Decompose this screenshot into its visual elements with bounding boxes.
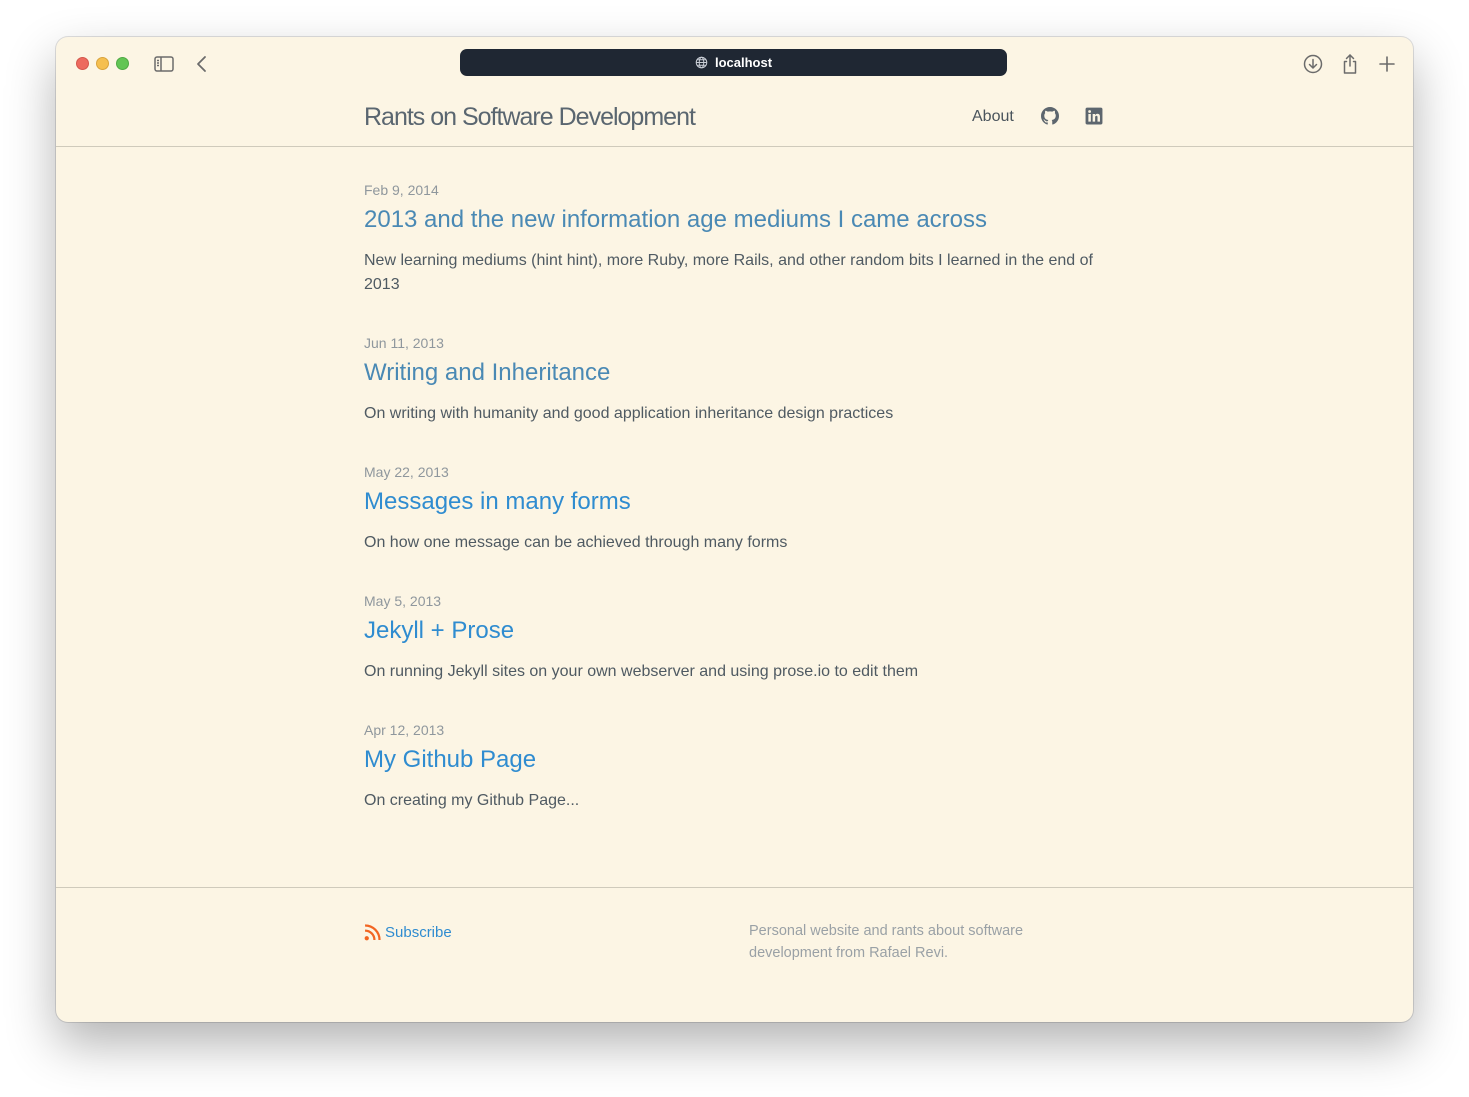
- linkedin-icon[interactable]: [1085, 107, 1103, 125]
- post-excerpt: On how one message can be achieved throu…: [364, 534, 788, 551]
- back-chevron-icon[interactable]: [190, 52, 214, 76]
- site-footer: Subscribe Personal website and rants abo…: [56, 887, 1413, 1022]
- subscribe-label: Subscribe: [385, 924, 452, 941]
- post-excerpt: New learning mediums (hint hint), more R…: [364, 252, 1093, 293]
- post-title-link[interactable]: Jekyll + Prose: [364, 616, 1124, 646]
- post-entry: May 5, 2013 Jekyll + Prose On running Je…: [364, 592, 1124, 684]
- post-title-link[interactable]: 2013 and the new information age mediums…: [364, 205, 1124, 235]
- footer-description: Personal website and rants about softwar…: [749, 923, 1024, 961]
- share-icon[interactable]: [1338, 52, 1362, 76]
- post-title-link[interactable]: My Github Page: [364, 745, 1124, 775]
- post-entry: May 22, 2013 Messages in many forms On h…: [364, 463, 1124, 555]
- new-tab-plus-icon[interactable]: [1375, 52, 1399, 76]
- close-window-button[interactable]: [76, 57, 89, 70]
- github-icon[interactable]: [1041, 107, 1059, 125]
- post-entry: Apr 12, 2013 My Github Page On creating …: [364, 721, 1124, 813]
- subscribe-link[interactable]: Subscribe: [364, 924, 452, 941]
- site-title[interactable]: Rants on Software Development: [364, 103, 696, 132]
- download-icon[interactable]: [1301, 52, 1325, 76]
- sidebar-icon[interactable]: [152, 52, 176, 76]
- post-date: Feb 9, 2014: [364, 182, 439, 198]
- post-date: May 5, 2013: [364, 593, 442, 609]
- post-entry: Jun 11, 2013 Writing and Inheritance On …: [364, 334, 1124, 426]
- post-title-link[interactable]: Messages in many forms: [364, 487, 1124, 517]
- post-date: Jun 11, 2013: [364, 335, 444, 351]
- globe-icon: [695, 56, 708, 69]
- rss-icon: [364, 924, 381, 941]
- site-header: Rants on Software Development About: [56, 91, 1413, 147]
- post-excerpt: On running Jekyll sites on your own webs…: [364, 663, 919, 680]
- address-bar[interactable]: localhost: [460, 49, 1007, 76]
- post-title-link[interactable]: Writing and Inheritance: [364, 358, 1124, 388]
- zoom-window-button[interactable]: [116, 57, 129, 70]
- post-entry: Feb 9, 2014 2013 and the new information…: [364, 181, 1124, 297]
- browser-window: localhost Rants on Software Development: [56, 37, 1413, 1022]
- post-date: Apr 12, 2013: [364, 722, 445, 738]
- nav-about-link[interactable]: About: [972, 108, 1014, 126]
- post-date: May 22, 2013: [364, 464, 449, 480]
- post-excerpt: On writing with humanity and good applic…: [364, 405, 894, 422]
- minimize-window-button[interactable]: [96, 57, 109, 70]
- browser-toolbar: localhost: [56, 37, 1413, 91]
- url-text: localhost: [714, 55, 773, 70]
- post-excerpt: On creating my Github Page...: [364, 792, 580, 809]
